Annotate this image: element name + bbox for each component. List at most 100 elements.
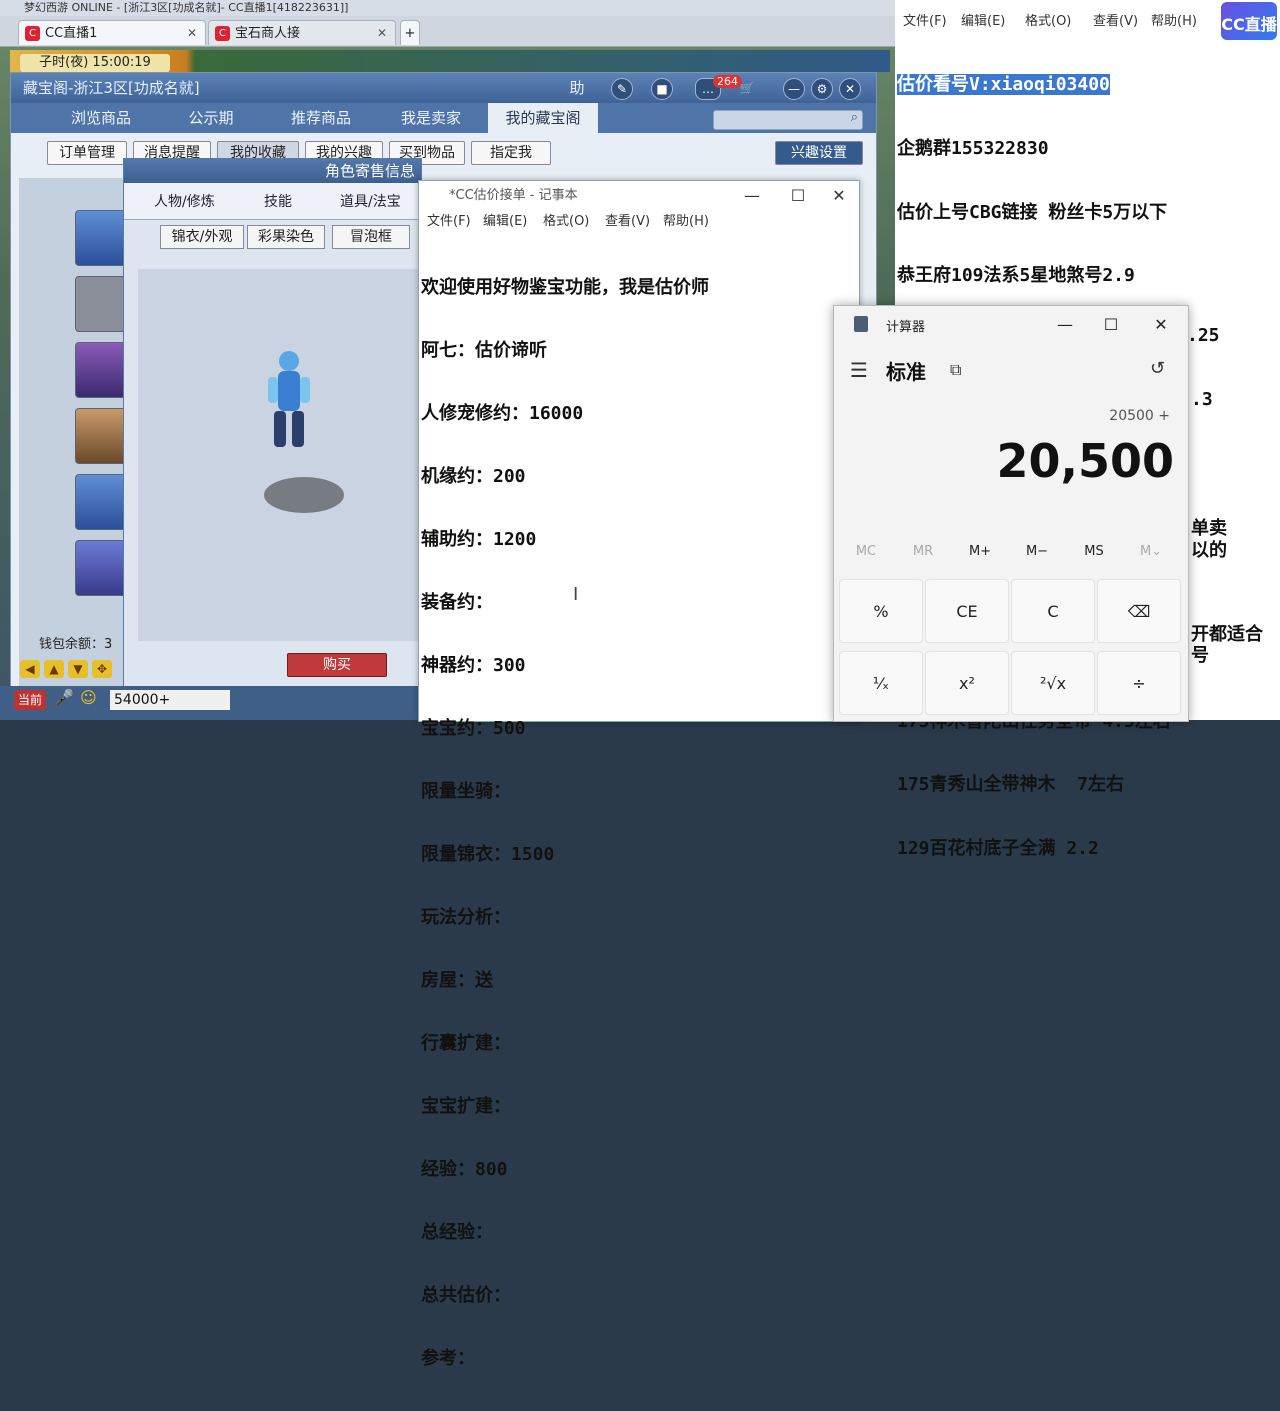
text-line: 机缘约：200 [421, 466, 526, 487]
text-cursor-icon: I [573, 584, 579, 605]
text-line: 阿七：估价谛听 [421, 340, 547, 361]
help-button[interactable]: 助 [567, 78, 587, 98]
arrow-up-icon[interactable]: ▲ [44, 660, 64, 678]
minimize-icon[interactable]: — [783, 78, 805, 100]
chat-input[interactable]: 54000+ [110, 690, 230, 710]
game-time: 子时(夜) 15:00:19 [20, 54, 170, 72]
minimize-icon[interactable]: — [729, 181, 775, 211]
reciprocal-button[interactable]: ¹⁄ₓ [839, 651, 923, 715]
text-line: 房屋：送 [421, 970, 493, 991]
tab-skills[interactable]: 技能 [264, 191, 292, 211]
menu-format[interactable]: 格式(O) [543, 211, 589, 233]
selected-text: 估价看号V:xiaoqi03400 [897, 74, 1110, 96]
tab-character-training[interactable]: 人物/修炼 [154, 191, 215, 211]
close-icon[interactable]: ✕ [377, 21, 387, 46]
gear-icon[interactable]: ⚙ [811, 78, 833, 100]
keep-on-top-icon[interactable]: ⧉ [950, 360, 961, 380]
hammer-icon[interactable]: ✎ [611, 78, 633, 100]
move-icon[interactable]: ✥ [92, 660, 112, 678]
close-icon[interactable]: ✕ [187, 21, 197, 46]
nav-seller[interactable]: 我是卖家 [376, 103, 486, 133]
text-line: 辅助约：1200 [421, 529, 537, 550]
buy-button[interactable]: 购买 [287, 653, 387, 677]
calculator-title: 计算器 [886, 320, 926, 335]
tab-gem-merchant[interactable]: C 宝石商人接 ✕ [208, 20, 396, 45]
square-root-button[interactable]: ²√x [1011, 651, 1095, 715]
tab-label: 宝石商人接 [235, 26, 301, 41]
current-channel-button[interactable]: 当前 [14, 690, 46, 710]
character-shadow [264, 477, 344, 513]
text-line: 宝宝约：500 [421, 718, 526, 739]
menu-format[interactable]: 格式(O) [1025, 10, 1071, 29]
dye-button[interactable]: 彩果染色 [247, 225, 325, 249]
nav-my-pavilion[interactable]: 我的藏宝阁 [488, 103, 598, 133]
nav-browse[interactable]: 浏览商品 [46, 103, 156, 133]
nav-arrows: ◀ ▲ ▼ ✥ [20, 660, 120, 680]
text-line: 参考： [421, 1348, 475, 1369]
new-tab-button[interactable]: + [400, 20, 420, 45]
percent-button[interactable]: % [839, 579, 923, 643]
clear-entry-button[interactable]: CE [925, 579, 1009, 643]
divide-button[interactable]: ÷ [1097, 651, 1181, 715]
text-line: 恭王府109法系5星地煞号2.9 [897, 265, 1135, 287]
close-icon[interactable]: ✕ [821, 181, 857, 211]
text-fragment: 号 [1191, 645, 1209, 666]
result-display: 20,500 [996, 434, 1174, 488]
arrow-down-icon[interactable]: ▼ [68, 660, 88, 678]
search-icon: ⌕ [850, 110, 858, 125]
memory-add-button[interactable]: M+ [952, 544, 1008, 559]
interest-settings-button[interactable]: 兴趣设置 [775, 141, 863, 165]
window-title: 梦幻西游 ONLINE - [浙江3区[功成名就]- CC直播1[4182236… [0, 0, 895, 16]
calculator-icon [854, 316, 868, 332]
text-line: 总经验： [421, 1222, 493, 1243]
text-line: 总共估价： [421, 1285, 511, 1306]
notepad-text-area[interactable]: 欢迎使用好物鉴宝功能，我是估价师 阿七：估价谛听 人修宠修约：16000 机缘约… [421, 235, 841, 1411]
history-icon[interactable]: ↺ [1150, 358, 1165, 379]
order-management-button[interactable]: 订单管理 [47, 141, 127, 165]
tab-label: CC直播1 [45, 26, 98, 41]
text-line: 限量锦衣：1500 [421, 844, 555, 865]
nav-recommended[interactable]: 推荐商品 [266, 103, 376, 133]
menu-view[interactable]: 查看(V) [1093, 10, 1138, 29]
text-line: 宝宝扩建： [421, 1096, 511, 1117]
tab-cc-live-1[interactable]: C CC直播1 ✕ [18, 20, 206, 45]
cart-icon[interactable]: 🛒 [737, 78, 757, 98]
close-icon[interactable]: ✕ [839, 78, 861, 100]
arrow-left-icon[interactable]: ◀ [20, 660, 40, 678]
maximize-icon[interactable]: ☐ [1088, 310, 1134, 340]
wallet-balance: 钱包余额：3 [39, 637, 113, 652]
menu-file[interactable]: 文件(F) [427, 211, 471, 233]
role-info-dialog: 角色寄售信息 人物/修炼 技能 道具/法宝 锦衣/外观 彩果染色 冒泡框 购买 [123, 158, 422, 720]
menu-view[interactable]: 查看(V) [605, 211, 650, 233]
stop-icon[interactable]: ■ [651, 78, 673, 100]
nav-public[interactable]: 公示期 [156, 103, 266, 133]
memory-store-button[interactable]: MS [1066, 544, 1122, 559]
memory-recall-button[interactable]: MR [895, 544, 951, 559]
menu-help[interactable]: 帮助(H) [1151, 10, 1197, 29]
text-line: 行囊扩建： [421, 1033, 511, 1054]
square-button[interactable]: x² [925, 651, 1009, 715]
microphone-icon[interactable]: 🎤 [54, 688, 74, 707]
bubble-frame-button[interactable]: 冒泡框 [332, 225, 410, 249]
character-model [264, 347, 314, 457]
shop-search-input[interactable]: ⌕ [713, 110, 863, 130]
maximize-icon[interactable]: ☐ [775, 181, 821, 211]
expression-display: 20500 + [1109, 408, 1170, 424]
backspace-icon[interactable]: ⌫ [1097, 579, 1181, 643]
memory-subtract-button[interactable]: M− [1009, 544, 1065, 559]
menu-icon[interactable]: ☰ [850, 358, 868, 382]
memory-list-button[interactable]: M⌄ [1123, 544, 1179, 559]
menu-edit[interactable]: 编辑(E) [483, 211, 527, 233]
tab-items-magic[interactable]: 道具/法宝 [340, 191, 401, 211]
memory-clear-button[interactable]: MC [838, 544, 894, 559]
cc-icon: C [215, 26, 230, 41]
close-icon[interactable]: ✕ [1138, 310, 1184, 340]
menu-help[interactable]: 帮助(H) [663, 211, 709, 233]
minimize-icon[interactable]: — [1042, 310, 1088, 340]
outfit-button[interactable]: 锦衣/外观 [160, 225, 244, 249]
clear-button[interactable]: C [1011, 579, 1095, 643]
designated-me-button[interactable]: 指定我 [471, 141, 551, 165]
menu-file[interactable]: 文件(F) [903, 10, 947, 29]
menu-edit[interactable]: 编辑(E) [961, 10, 1005, 29]
emoji-icon[interactable]: ☺ [80, 688, 97, 707]
